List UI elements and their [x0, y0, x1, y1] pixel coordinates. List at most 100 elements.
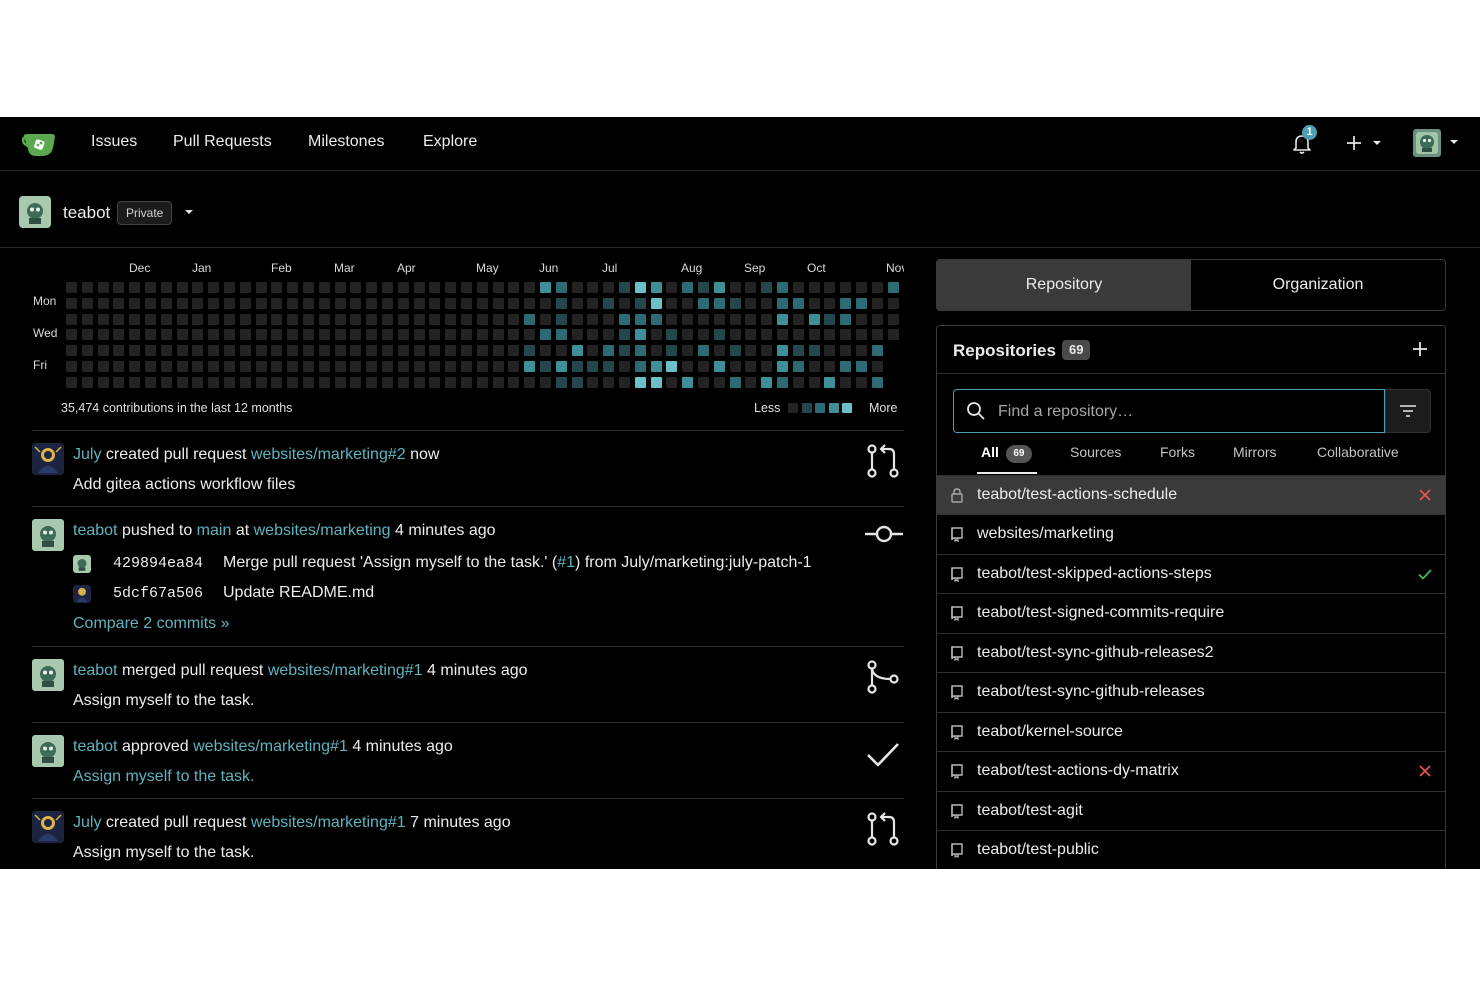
- feed-target-link[interactable]: websites/marketing: [254, 522, 391, 539]
- commit-icon: [865, 525, 903, 543]
- heatmap-cell: [492, 329, 504, 341]
- teabot-avatar-icon: [19, 196, 51, 228]
- feed-target-link[interactable]: websites/marketing#2: [251, 446, 406, 463]
- repo-list-item[interactable]: websites/marketing: [937, 514, 1445, 554]
- feed-user-link[interactable]: teabot: [73, 522, 117, 539]
- heatmap-cell: [145, 297, 156, 309]
- repo-search-input[interactable]: [996, 390, 1380, 434]
- heatmap-cell: [729, 313, 741, 325]
- july-avatar-icon: [73, 585, 91, 603]
- compare-commits-link[interactable]: Compare 2 commits »: [73, 615, 230, 633]
- nav-explore[interactable]: Explore: [423, 133, 477, 151]
- heatmap-cell: [792, 313, 804, 325]
- heatmap-cell: [350, 297, 362, 309]
- chevron-down-icon[interactable]: [184, 207, 194, 217]
- feed-user-link[interactable]: teabot: [73, 738, 117, 755]
- heatmap-cell: [160, 282, 172, 293]
- repo-filter-button[interactable]: [1385, 389, 1431, 433]
- heatmap-cell: [682, 345, 694, 357]
- context-avatar[interactable]: [19, 196, 51, 228]
- july-avatar[interactable]: [32, 811, 64, 843]
- heatmap-cell: [555, 282, 567, 293]
- july-avatar[interactable]: [32, 443, 64, 475]
- feed-branch-link[interactable]: main: [197, 522, 232, 539]
- create-menu-button[interactable]: [1344, 131, 1386, 155]
- plus-icon[interactable]: [1411, 340, 1429, 358]
- repo-list-item[interactable]: teabot/test-sync-github-releases2: [937, 632, 1445, 673]
- feed-target-link[interactable]: websites/marketing#1: [251, 814, 406, 831]
- pull-request-icon: [867, 812, 899, 846]
- commit-author-avatar[interactable]: [73, 555, 91, 573]
- commit-sha-link[interactable]: 5dcf67a506: [113, 585, 203, 602]
- heatmap-cell: [397, 345, 409, 357]
- heatmap-cell: [287, 345, 299, 357]
- heatmap-cell: [429, 329, 441, 341]
- feed-target-link[interactable]: websites/marketing#1: [268, 662, 423, 679]
- repo-list-item[interactable]: teabot/test-signed-commits-require: [937, 593, 1445, 633]
- user-avatar-menu[interactable]: [1412, 128, 1462, 158]
- repo-filter-tabs: All 69 Sources Forks Mirrors Collaborativ…: [937, 440, 1445, 474]
- heatmap-cell: [429, 345, 441, 357]
- repo-list-item[interactable]: teabot/kernel-source: [937, 711, 1445, 752]
- feed-item: teabot pushed to main at websites/market…: [32, 506, 904, 647]
- context-user-name[interactable]: teabot: [63, 203, 110, 223]
- filter-tab-forks[interactable]: Forks: [1160, 444, 1195, 460]
- repo-list-item[interactable]: teabot/test-actions-dy-matrix: [937, 751, 1445, 791]
- gitea-logo-icon[interactable]: [22, 130, 58, 158]
- heatmap-cell: [698, 297, 709, 309]
- nav-milestones[interactable]: Milestones: [308, 133, 384, 151]
- heatmap-cell: [508, 376, 520, 388]
- filter-tab-mirrors[interactable]: Mirrors: [1233, 444, 1277, 460]
- heatmap-cell: [871, 345, 883, 357]
- heatmap-cell: [871, 313, 883, 325]
- heatmap-cell: [650, 376, 662, 388]
- feed-user-link[interactable]: July: [73, 446, 101, 463]
- nav-pull-requests[interactable]: Pull Requests: [173, 133, 272, 151]
- heatmap-cell: [366, 313, 378, 325]
- feed-user-link[interactable]: July: [73, 814, 101, 831]
- heatmap-cell: [445, 329, 457, 341]
- repo-list-item[interactable]: teabot/test-sync-github-releases: [937, 672, 1445, 712]
- repo-list-item[interactable]: teabot/test-skipped-actions-steps: [937, 553, 1445, 594]
- heatmap-month-label: Nov: [886, 261, 904, 275]
- repo-icon: [951, 764, 963, 779]
- heatmap-cell: [777, 313, 788, 325]
- filter-tab-all[interactable]: All 69: [981, 444, 1032, 463]
- heatmap-cell: [113, 313, 125, 325]
- repo-list-item[interactable]: teabot/test-agit: [937, 790, 1445, 831]
- teabot-avatar[interactable]: [32, 519, 64, 551]
- tab-repository[interactable]: Repository: [937, 260, 1191, 310]
- feed-action: merged pull request: [121, 662, 264, 679]
- commit-pr-link[interactable]: #1: [557, 554, 575, 571]
- heatmap-cell: [413, 297, 425, 309]
- dashboard-context-bar: teabot Private: [0, 171, 1480, 248]
- heatmap-cell: [176, 329, 188, 341]
- tab-organization[interactable]: Organization: [1191, 260, 1445, 310]
- filter-tab-collaborative[interactable]: Collaborative: [1317, 444, 1399, 460]
- commit-sha-link[interactable]: 429894ea84: [113, 555, 203, 572]
- teabot-avatar[interactable]: [32, 735, 64, 767]
- heatmap-cell: [382, 376, 393, 388]
- heatmap-day-label: Mon: [33, 294, 57, 308]
- feed-detail-link[interactable]: Assign myself to the task.: [73, 768, 254, 786]
- teabot-avatar[interactable]: [32, 659, 64, 691]
- nav-issues[interactable]: Issues: [91, 133, 137, 151]
- repo-list: teabot/test-actions-schedule websites/mar…: [937, 475, 1445, 869]
- repo-list-item[interactable]: teabot/test-public: [937, 830, 1445, 869]
- heatmap-cell: [871, 376, 883, 388]
- heatmap-cell: [713, 282, 725, 293]
- heatmap-cell: [461, 282, 472, 293]
- feed-user-link[interactable]: teabot: [73, 662, 117, 679]
- feed-target-link[interactable]: websites/marketing#1: [193, 738, 348, 755]
- heatmap-cell: [587, 297, 599, 309]
- heatmap-cell: [871, 361, 883, 372]
- heatmap-cell: [887, 297, 899, 309]
- heatmap-cell: [856, 313, 867, 325]
- repo-list-item[interactable]: teabot/test-actions-schedule: [937, 475, 1445, 514]
- heatmap-cell: [208, 345, 220, 357]
- filter-tab-sources[interactable]: Sources: [1070, 444, 1121, 460]
- heatmap-cell: [761, 313, 773, 325]
- feed-title: July created pull request websites/marke…: [73, 814, 511, 832]
- heatmap-cell: [160, 297, 172, 309]
- commit-author-avatar[interactable]: [73, 585, 91, 603]
